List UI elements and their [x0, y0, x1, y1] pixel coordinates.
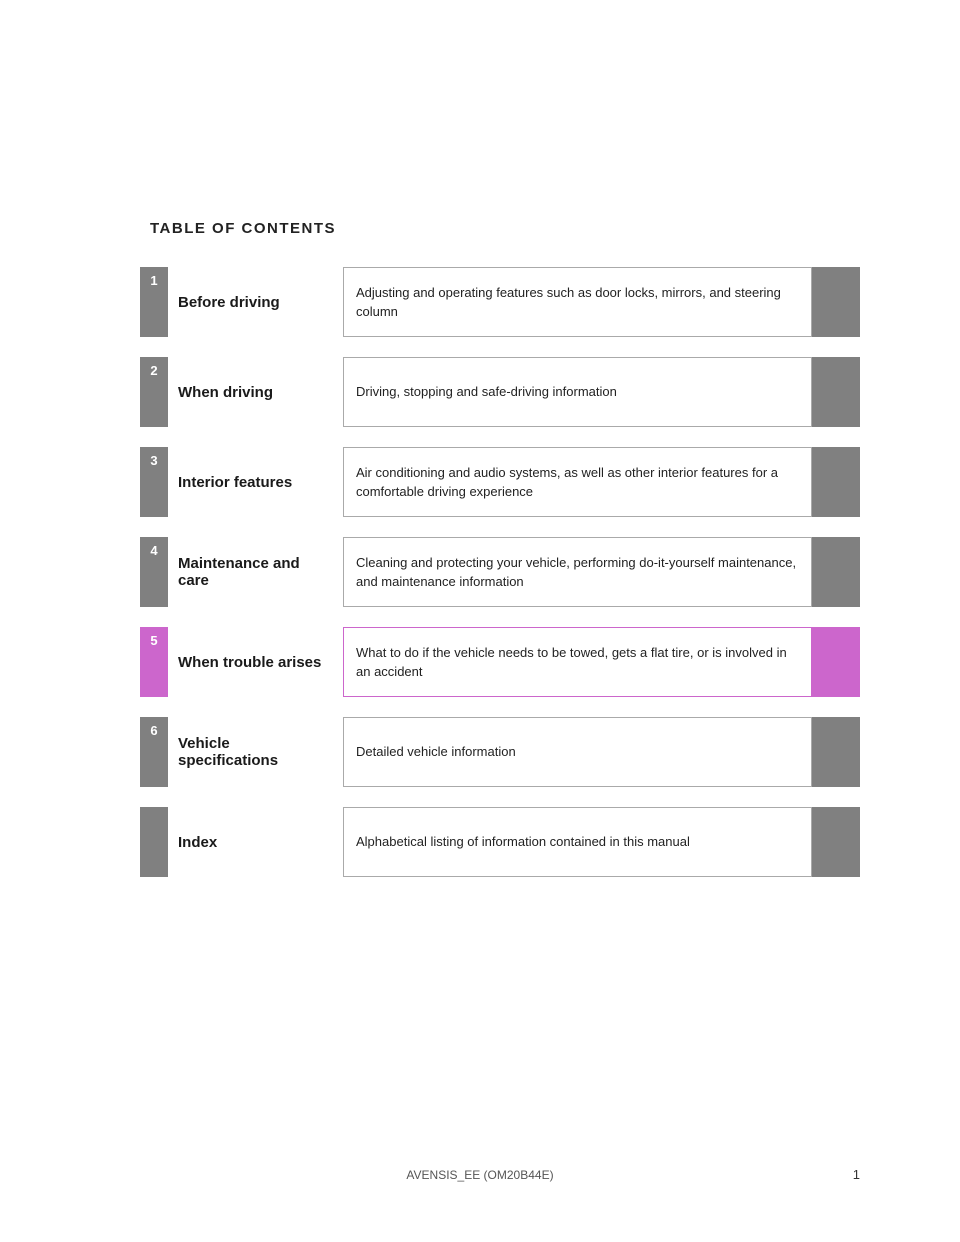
toc-row: 3 Interior features Air conditioning and… — [140, 447, 860, 517]
toc-section-title-3: Interior features — [168, 447, 343, 517]
footer-text: AVENSIS_EE (OM20B44E) — [0, 1168, 960, 1182]
toc-row: 1 Before driving Adjusting and operating… — [140, 267, 860, 337]
toc-section-title-1: Before driving — [168, 267, 343, 337]
toc-description-6: Detailed vehicle information — [343, 717, 812, 787]
page: TABLE OF CONTENTS 1 Before driving Adjus… — [0, 0, 960, 1242]
toc-section-title-5: When trouble arises — [168, 627, 343, 697]
toc-number-1: 1 — [140, 267, 168, 337]
toc-right-color-3 — [812, 447, 860, 517]
toc-right-color-6 — [812, 717, 860, 787]
toc-description-4: Cleaning and protecting your vehicle, pe… — [343, 537, 812, 607]
toc-number-3: 3 — [140, 447, 168, 517]
toc-description-1: Adjusting and operating features such as… — [343, 267, 812, 337]
toc-description-5: What to do if the vehicle needs to be to… — [343, 627, 812, 697]
toc-right-color-1 — [812, 267, 860, 337]
toc-row: Index Alphabetical listing of informatio… — [140, 807, 860, 877]
toc-number-2: 2 — [140, 357, 168, 427]
toc-number-6: 6 — [140, 717, 168, 787]
toc-description-index: Alphabetical listing of information cont… — [343, 807, 812, 877]
toc-row: 5 When trouble arises What to do if the … — [140, 627, 860, 697]
toc-right-color-2 — [812, 357, 860, 427]
toc-section-title-2: When driving — [168, 357, 343, 427]
toc-description-3: Air conditioning and audio systems, as w… — [343, 447, 812, 517]
toc-section-title-index: Index — [168, 807, 343, 877]
toc-number-5: 5 — [140, 627, 168, 697]
toc-number-index — [140, 807, 168, 877]
toc-description-2: Driving, stopping and safe-driving infor… — [343, 357, 812, 427]
toc-number-4: 4 — [140, 537, 168, 607]
toc-right-color-4 — [812, 537, 860, 607]
toc-right-color-index — [812, 807, 860, 877]
toc-right-color-5 — [812, 627, 860, 697]
table-of-contents: TABLE OF CONTENTS 1 Before driving Adjus… — [140, 220, 860, 897]
toc-row: 6 Vehicle specifications Detailed vehicl… — [140, 717, 860, 787]
toc-row: 2 When driving Driving, stopping and saf… — [140, 357, 860, 427]
toc-row: 4 Maintenance and care Cleaning and prot… — [140, 537, 860, 607]
toc-section-title-4: Maintenance and care — [168, 537, 343, 607]
toc-section-title-6: Vehicle specifications — [168, 717, 343, 787]
toc-title: TABLE OF CONTENTS — [140, 220, 860, 237]
